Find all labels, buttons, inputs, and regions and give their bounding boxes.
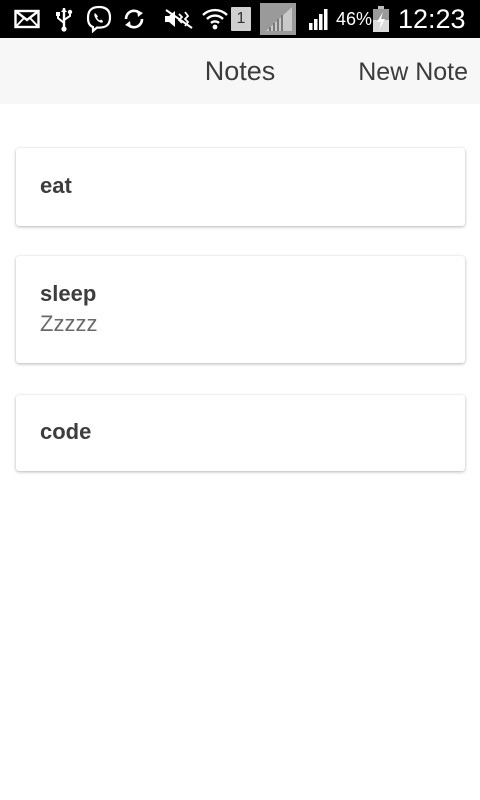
note-card[interactable]: eat bbox=[16, 148, 465, 226]
note-body: Zzzzz bbox=[40, 311, 98, 336]
nav-bar: Notes New Note bbox=[0, 38, 480, 104]
note-title: code bbox=[40, 419, 92, 444]
usb-icon bbox=[54, 5, 74, 33]
status-bar: 1 46% 12:23 bbox=[0, 0, 480, 38]
note-title: sleep bbox=[40, 281, 97, 306]
battery-percent: 46% bbox=[336, 9, 373, 29]
note-title: eat bbox=[40, 173, 72, 198]
mute-icon bbox=[163, 5, 195, 33]
note-card[interactable]: sleep Zzzzz bbox=[16, 256, 465, 363]
battery-charging-icon bbox=[370, 5, 392, 33]
wifi-icon bbox=[201, 5, 229, 33]
sync-icon bbox=[121, 5, 147, 33]
sim-badge: 1 bbox=[231, 7, 251, 31]
viber-icon bbox=[85, 5, 113, 33]
status-clock: 12:23 bbox=[398, 4, 466, 34]
new-note-button[interactable]: New Note bbox=[358, 57, 468, 87]
note-card[interactable]: code bbox=[16, 395, 465, 471]
signal-image-icon bbox=[260, 3, 296, 35]
signal-icon bbox=[306, 5, 332, 33]
mail-icon bbox=[13, 5, 41, 33]
